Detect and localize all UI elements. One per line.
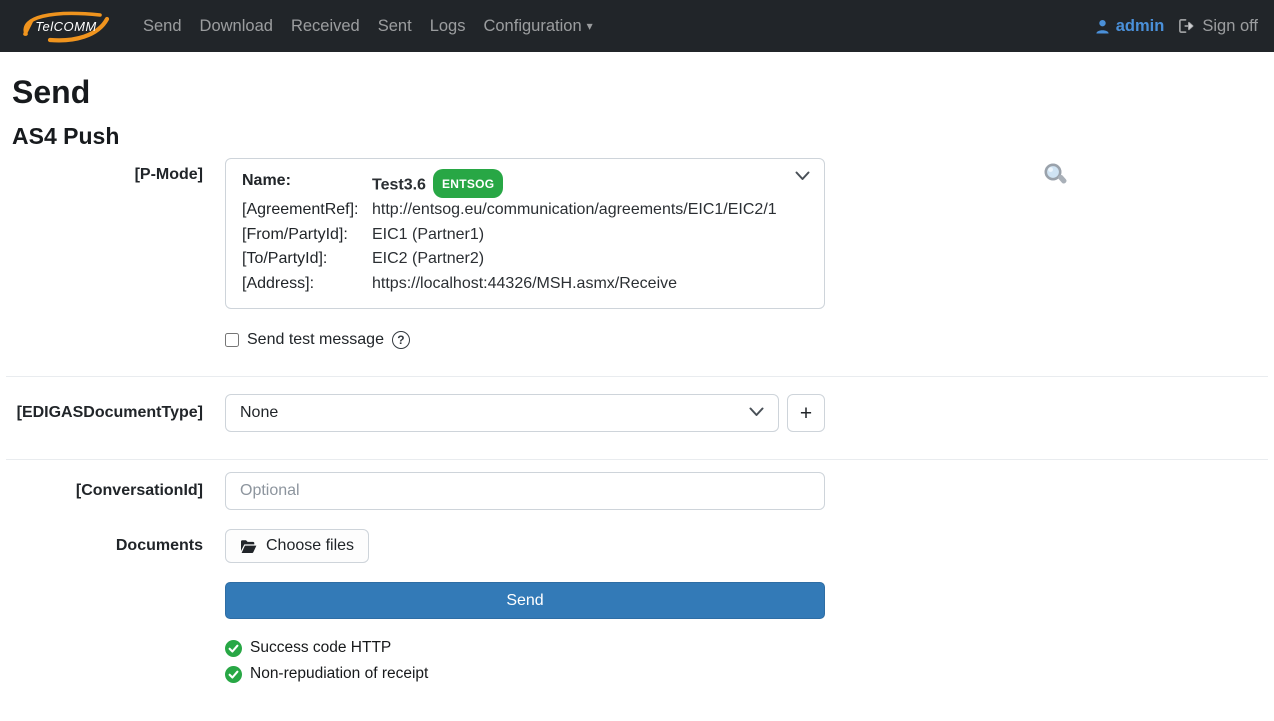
check-circle-icon xyxy=(225,640,242,657)
edigas-label: [EDIGASDocumentType] xyxy=(12,404,203,422)
test-message-row: Send test message ? xyxy=(12,309,1262,349)
nav-item-send[interactable]: Send xyxy=(134,9,191,44)
nav-item-configuration-label: Configuration xyxy=(483,17,581,35)
help-icon[interactable]: ? xyxy=(392,331,410,349)
test-message-control: Send test message ? xyxy=(225,331,825,349)
edigas-controls: None + xyxy=(225,394,825,432)
user-name: admin xyxy=(1116,17,1165,36)
edigas-select[interactable]: None xyxy=(225,394,779,432)
signoff-link[interactable]: Sign off xyxy=(1178,17,1258,36)
pmode-dropdown[interactable]: Name: Test3.6 ENTSOG [AgreementRef]: http… xyxy=(225,158,825,309)
brand-logo[interactable]: TelCOMM xyxy=(16,5,116,47)
page-title: Send xyxy=(12,74,1262,111)
user-menu[interactable]: admin xyxy=(1095,17,1165,36)
documents-control: Choose files xyxy=(225,529,825,563)
check-circle-icon xyxy=(225,666,242,683)
pmode-row: [P-Mode] Name: Test3.6 ENTSOG [AgreementR… xyxy=(12,158,1262,309)
status-list: Success code HTTP Non-repudiation of rec… xyxy=(225,639,825,691)
conversation-control xyxy=(225,472,825,510)
pmode-agreementref-value: http://entsog.eu/communication/agreement… xyxy=(372,198,808,222)
pmode-label: [P-Mode] xyxy=(12,158,203,184)
pmode-frompartyid-value: EIC1 (Partner1) xyxy=(372,223,808,247)
nav-links: Send Download Received Sent Logs Configu… xyxy=(134,9,602,44)
pmode-name-value-wrap: Test3.6 ENTSOG xyxy=(372,169,808,198)
nav-item-logs[interactable]: Logs xyxy=(421,9,475,44)
chevron-down-icon xyxy=(795,171,810,181)
pmode-topartyid-key: [To/PartyId]: xyxy=(242,247,372,271)
caret-down-icon: ▾ xyxy=(587,19,593,33)
pmode-frompartyid-key: [From/PartyId]: xyxy=(242,223,372,247)
section-divider xyxy=(6,459,1268,460)
search-icon xyxy=(1042,162,1068,190)
pmode-topartyid-row: [To/PartyId]: EIC2 (Partner2) xyxy=(242,247,808,271)
send-button[interactable]: Send xyxy=(225,582,825,619)
pmode-address-value: https://localhost:44326/MSH.asmx/Receive xyxy=(372,272,808,296)
entsog-badge: ENTSOG xyxy=(433,169,503,198)
pmode-frompartyid-row: [From/PartyId]: EIC1 (Partner1) xyxy=(242,223,808,247)
status-item: Success code HTTP xyxy=(225,639,825,657)
pmode-name-key: Name: xyxy=(242,169,372,198)
add-document-type-button[interactable]: + xyxy=(787,394,825,432)
pmode-search-button[interactable] xyxy=(847,162,1262,193)
pmode-address-row: [Address]: https://localhost:44326/MSH.a… xyxy=(242,272,808,296)
pmode-agreementref-key: [AgreementRef]: xyxy=(242,198,372,222)
nav-item-sent[interactable]: Sent xyxy=(369,9,421,44)
user-icon xyxy=(1095,19,1110,34)
status-text: Success code HTTP xyxy=(250,639,391,657)
folder-open-icon xyxy=(240,539,257,554)
status-item: Non-repudiation of receipt xyxy=(225,665,825,683)
pmode-agreementref-row: [AgreementRef]: http://entsog.eu/communi… xyxy=(242,198,808,222)
sign-off-icon xyxy=(1178,18,1195,34)
edigas-row: [EDIGASDocumentType] None + xyxy=(12,394,1262,432)
status-text: Non-repudiation of receipt xyxy=(250,665,428,683)
documents-row: Documents Choose files xyxy=(12,529,1262,563)
signoff-label: Sign off xyxy=(1202,17,1258,36)
edigas-selected-value: None xyxy=(240,404,278,422)
send-control: Send xyxy=(225,563,825,619)
conversation-row: [ConversationId] xyxy=(12,472,1262,510)
page-subtitle: AS4 Push xyxy=(12,123,1262,150)
navbar: TelCOMM Send Download Received Sent Logs… xyxy=(0,0,1274,52)
documents-label: Documents xyxy=(12,537,203,555)
pmode-name-row: Name: Test3.6 ENTSOG xyxy=(242,169,808,198)
nav-right: admin Sign off xyxy=(1095,17,1258,36)
nav-item-received[interactable]: Received xyxy=(282,9,369,44)
send-row: Send xyxy=(12,563,1262,619)
pmode-name-value: Test3.6 xyxy=(372,177,426,194)
nav-item-download[interactable]: Download xyxy=(191,9,282,44)
chevron-down-icon xyxy=(749,407,764,417)
choose-files-label: Choose files xyxy=(266,537,354,555)
choose-files-button[interactable]: Choose files xyxy=(225,529,369,563)
nav-item-configuration[interactable]: Configuration ▾ xyxy=(474,9,601,44)
main-content: Send AS4 Push [P-Mode] Name: Test3.6 ENTS… xyxy=(0,74,1274,721)
send-test-message-label: Send test message xyxy=(247,331,384,349)
status-row: Success code HTTP Non-repudiation of rec… xyxy=(12,619,1262,691)
section-divider xyxy=(6,376,1268,377)
conversationid-label: [ConversationId] xyxy=(12,482,203,500)
pmode-topartyid-value: EIC2 (Partner2) xyxy=(372,247,808,271)
send-test-message-checkbox[interactable] xyxy=(225,333,239,347)
conversationid-input[interactable] xyxy=(225,472,825,510)
brand-text: TelCOMM xyxy=(35,19,97,34)
pmode-address-key: [Address]: xyxy=(242,272,372,296)
